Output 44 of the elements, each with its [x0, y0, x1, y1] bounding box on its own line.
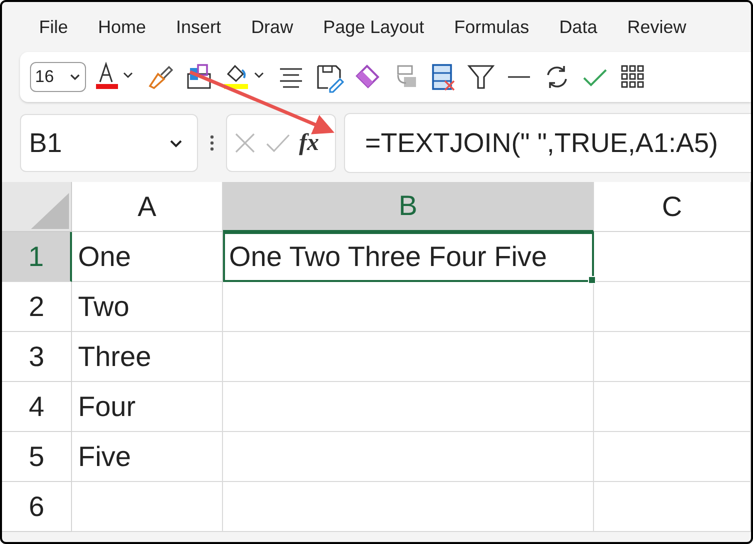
column-header[interactable]: C: [594, 182, 751, 232]
table-cell[interactable]: Three: [72, 332, 223, 382]
table-cell[interactable]: [223, 382, 594, 432]
table-cell[interactable]: [223, 282, 594, 332]
menu-tab[interactable]: Home: [83, 16, 162, 38]
table-cell[interactable]: [223, 332, 594, 382]
row-header[interactable]: 2: [2, 282, 72, 332]
table-cell[interactable]: [223, 482, 594, 532]
chevron-icon: [169, 138, 183, 148]
menu-tab[interactable]: Page Layout: [308, 16, 440, 38]
row-header[interactable]: 6: [2, 482, 72, 532]
table-cell[interactable]: [594, 482, 751, 532]
table-cell[interactable]: One Two Three Four Five: [223, 232, 594, 282]
menu-tab[interactable]: File: [24, 16, 84, 38]
font-size-dropdown[interactable]: 16: [30, 62, 86, 92]
table-cell[interactable]: [72, 482, 223, 532]
table-cell[interactable]: One: [72, 232, 223, 282]
menu-tab[interactable]: Draw: [236, 16, 308, 38]
formula-field[interactable]: =TEXTJOIN(" ",TRUE,A1:A5): [344, 113, 751, 173]
name-box[interactable]: B1: [20, 114, 198, 172]
table-cell[interactable]: Four: [72, 382, 223, 432]
column-header[interactable]: A: [72, 182, 223, 232]
row-header[interactable]: 1: [2, 232, 72, 282]
table-cell[interactable]: [594, 432, 751, 482]
menu-tab[interactable]: Data: [544, 16, 612, 38]
chevron-icon: [69, 73, 81, 81]
cancel-icon[interactable]: [233, 131, 257, 155]
row-header[interactable]: 5: [2, 432, 72, 482]
table-cell[interactable]: [594, 232, 751, 282]
row-header[interactable]: 4: [2, 382, 72, 432]
more-icon[interactable]: [208, 133, 216, 153]
menu-tab[interactable]: Formulas: [439, 16, 544, 38]
insert-function-button[interactable]: fx: [299, 130, 319, 156]
table-cell[interactable]: Five: [72, 432, 223, 482]
column-header[interactable]: B: [223, 182, 594, 232]
fill-handle[interactable]: [588, 276, 596, 284]
menu-tab[interactable]: Insert: [161, 16, 236, 38]
row-header[interactable]: 3: [2, 332, 72, 382]
table-cell[interactable]: [594, 282, 751, 332]
table-cell[interactable]: [594, 382, 751, 432]
table-cell[interactable]: [223, 432, 594, 482]
menu-tab[interactable]: Review: [612, 16, 702, 38]
table-cell[interactable]: [594, 332, 751, 382]
table-cell[interactable]: Two: [72, 282, 223, 332]
